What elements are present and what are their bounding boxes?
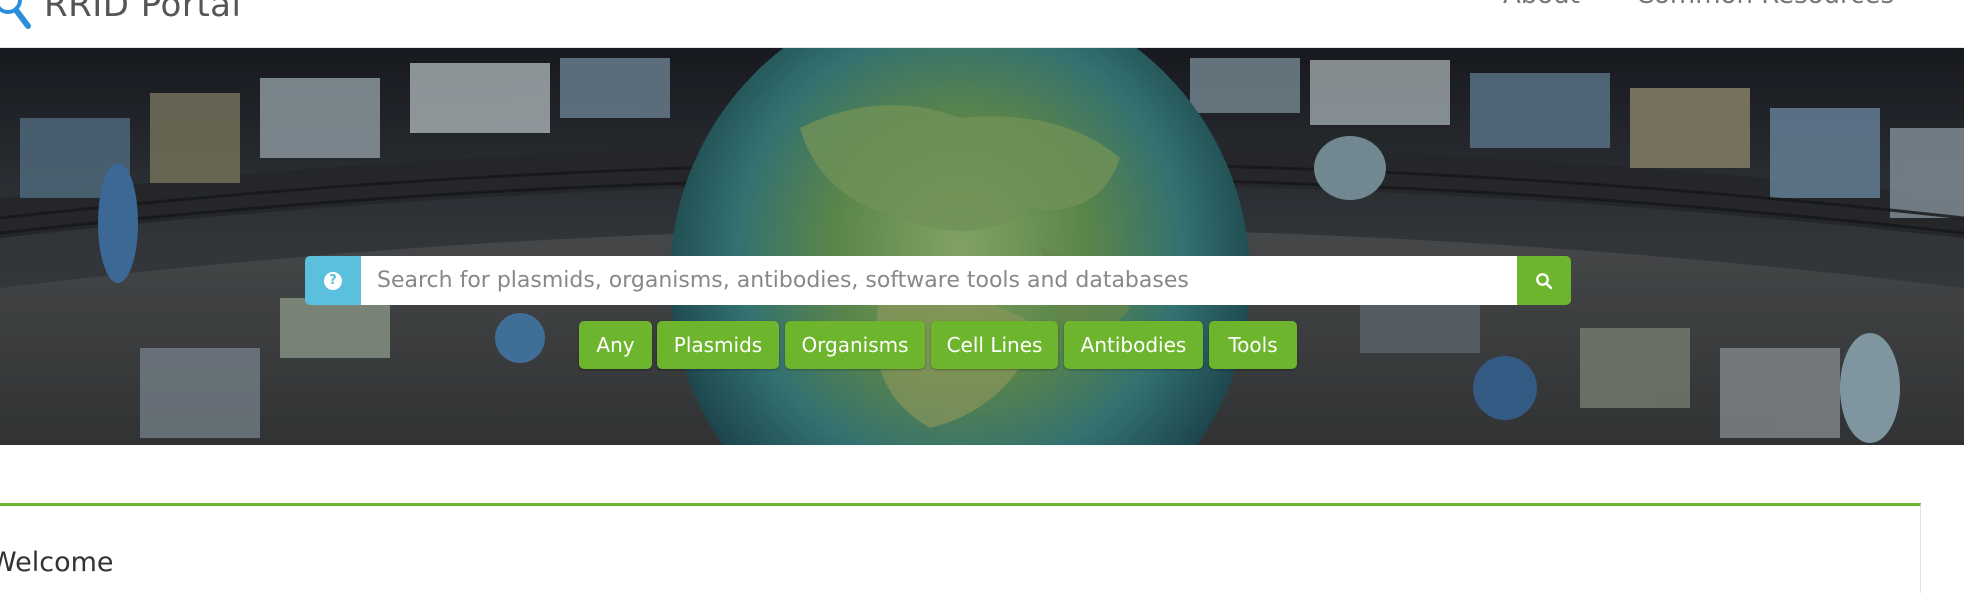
- brand-title: RRID Portal: [44, 0, 242, 25]
- filter-tools-button[interactable]: Tools: [1209, 321, 1297, 369]
- search-bar: ?: [305, 256, 1571, 305]
- nav-common-resources-link[interactable]: Common Resources: [1636, 0, 1894, 10]
- filter-plasmids-button[interactable]: Plasmids: [657, 321, 779, 369]
- brand[interactable]: RRID Portal: [0, 0, 241, 32]
- filter-antibodies-button[interactable]: Antibodies: [1064, 321, 1203, 369]
- welcome-panel: Welcome: [0, 503, 1921, 593]
- magnifier-logo-icon: [0, 0, 31, 29]
- filter-any-button[interactable]: Any: [579, 321, 652, 369]
- welcome-heading: Welcome: [0, 547, 114, 578]
- category-filters: Any Plasmids Organisms Cell Lines Antibo…: [0, 321, 1964, 369]
- filter-organisms-button[interactable]: Organisms: [785, 321, 925, 369]
- question-circle-icon: ?: [324, 271, 342, 290]
- search-input[interactable]: [361, 256, 1517, 305]
- hero-banner: ? Any Plasmids Organisms Cell Lines Anti…: [0, 48, 1964, 445]
- nav-about-link[interactable]: About: [1503, 0, 1580, 10]
- top-navbar: RRID Portal About Common Resources: [0, 0, 1964, 48]
- hero-background-image: [0, 48, 1964, 445]
- search-help-button[interactable]: ?: [305, 256, 361, 305]
- nav-links: About Common Resources: [1503, 0, 1894, 10]
- search-icon: [1536, 272, 1553, 289]
- filter-cell-lines-button[interactable]: Cell Lines: [931, 321, 1058, 369]
- search-submit-button[interactable]: [1517, 256, 1571, 305]
